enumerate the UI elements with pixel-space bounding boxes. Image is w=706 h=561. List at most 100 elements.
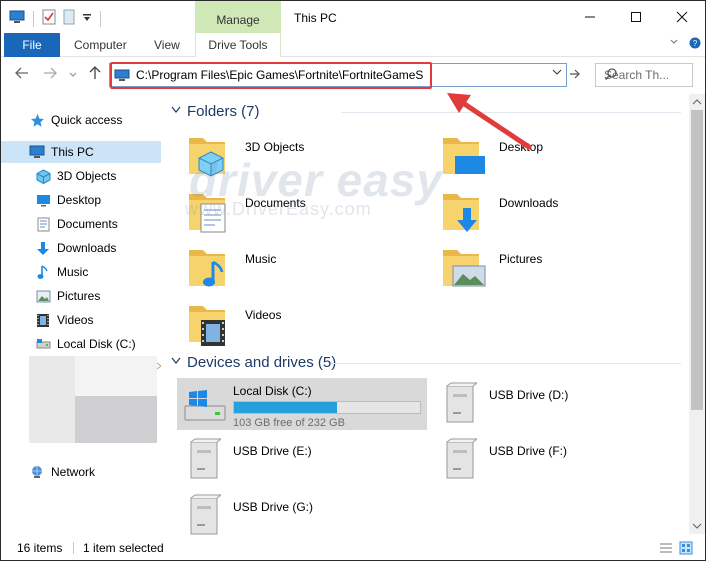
drive-local-disk-c[interactable]: Local Disk (C:) 103 GB free of 232 GB xyxy=(177,378,427,430)
drive-usb-f[interactable]: USB Drive (F:) xyxy=(433,434,683,486)
tab-computer[interactable]: Computer xyxy=(74,33,127,57)
new-folder-icon[interactable] xyxy=(62,9,76,28)
folder-music[interactable]: Music xyxy=(185,242,276,292)
sidebar-item-label: Downloads xyxy=(57,241,117,255)
sidebar-item-this-pc[interactable]: This PC xyxy=(1,141,161,163)
sidebar-item-quick-access[interactable]: Quick access xyxy=(1,109,161,131)
sidebar-item-3d-objects[interactable]: 3D Objects xyxy=(1,165,161,187)
sidebar-item-label: Documents xyxy=(57,217,118,231)
download-arrow-icon xyxy=(35,240,51,256)
large-icons-view-icon[interactable] xyxy=(679,541,693,558)
obscured-region xyxy=(75,396,157,443)
computer-icon xyxy=(29,144,45,160)
separator xyxy=(33,10,34,27)
drive-usage-fill xyxy=(234,402,338,413)
folders-group-header[interactable]: Folders (7) xyxy=(171,103,681,120)
ribbon-tabs: File Computer View Drive Tools ? xyxy=(1,33,705,57)
folder-label: Pictures xyxy=(499,252,543,266)
usb-drive-icon xyxy=(446,382,477,423)
cube-icon xyxy=(35,168,51,184)
folder-downloads[interactable]: Downloads xyxy=(439,186,558,236)
star-icon xyxy=(29,112,45,128)
sidebar-item-downloads[interactable]: Downloads xyxy=(1,237,161,259)
folders-heading: Folders (7) xyxy=(187,103,260,120)
usb-drive-icon xyxy=(190,438,221,479)
sidebar-item-label: Music xyxy=(57,265,89,279)
forward-arrow-icon[interactable] xyxy=(43,66,57,82)
file-explorer-window: Manage This PC File Computer View Drive … xyxy=(0,0,706,561)
folder-pictures[interactable]: Pictures xyxy=(439,242,542,292)
tab-file[interactable]: File xyxy=(4,33,60,57)
close-button[interactable] xyxy=(659,1,705,33)
sidebar-item-label: Local Disk (C:) xyxy=(57,337,136,351)
sidebar-item-music[interactable]: Music xyxy=(1,261,161,283)
documents-icon xyxy=(35,216,51,232)
folder-downloads-icon xyxy=(439,186,491,236)
vertical-scrollbar[interactable] xyxy=(689,94,705,534)
collapse-chevron-icon[interactable] xyxy=(171,106,181,117)
manage-context-tab[interactable]: Manage xyxy=(195,1,281,33)
drive-usage-bar xyxy=(233,401,421,414)
sidebar-item-label: Pictures xyxy=(57,289,101,303)
drive-usb-g[interactable]: USB Drive (G:) xyxy=(177,490,427,542)
scroll-down-arrow-icon[interactable] xyxy=(692,522,702,531)
sidebar-item-network[interactable]: Network xyxy=(1,461,161,483)
navigation-pane: Quick access This PC 3D Objects Desktop … xyxy=(1,94,162,534)
divider xyxy=(73,542,74,554)
sidebar-item-pictures[interactable]: Pictures xyxy=(1,285,161,307)
question-icon[interactable]: ? xyxy=(689,37,701,52)
drives-group-header[interactable]: Devices and drives (5) xyxy=(171,354,681,371)
drive-label: USB Drive (E:) xyxy=(233,444,312,458)
folder-music-icon xyxy=(185,242,237,292)
sidebar-item-documents[interactable]: Documents xyxy=(1,213,161,235)
scrollbar-thumb[interactable] xyxy=(691,110,703,410)
sidebar-item-desktop[interactable]: Desktop xyxy=(1,189,161,211)
drive-usb-d[interactable]: USB Drive (D:) xyxy=(433,378,683,430)
pictures-icon xyxy=(35,288,51,304)
details-view-icon[interactable] xyxy=(659,542,673,557)
maximize-button[interactable] xyxy=(613,1,659,33)
sidebar-item-local-disk-c[interactable]: Local Disk (C:) xyxy=(1,333,161,355)
tab-drive-tools[interactable]: Drive Tools xyxy=(195,33,281,57)
folder-label: Videos xyxy=(245,308,282,322)
folder-videos[interactable]: Videos xyxy=(185,298,281,348)
computer-icon xyxy=(9,10,25,27)
quick-access-toolbar xyxy=(9,9,103,28)
scroll-up-arrow-icon[interactable] xyxy=(692,98,702,107)
title-bar: Manage This PC xyxy=(1,1,705,33)
divider xyxy=(331,363,681,364)
folder-label: 3D Objects xyxy=(245,140,305,154)
up-arrow-icon[interactable] xyxy=(89,66,101,83)
customize-toolbar-icon[interactable] xyxy=(82,12,92,26)
drive-label: USB Drive (G:) xyxy=(233,500,314,514)
back-arrow-icon[interactable] xyxy=(15,66,29,82)
watermark-url: www.DriverEasy.com xyxy=(185,199,372,219)
annotation-arrow xyxy=(447,93,532,150)
go-arrow-icon[interactable] xyxy=(569,67,581,82)
tab-view[interactable]: View xyxy=(154,33,180,57)
drive-label: Local Disk (C:) xyxy=(233,384,312,398)
usb-drive-icon xyxy=(190,494,221,535)
chevron-down-icon[interactable] xyxy=(669,37,679,50)
sidebar-item-label: Quick access xyxy=(51,113,123,127)
sidebar-item-label: This PC xyxy=(51,145,94,159)
chevron-down-icon[interactable] xyxy=(552,67,562,80)
highlight-box xyxy=(110,62,432,89)
properties-icon[interactable] xyxy=(42,9,56,28)
minimize-button[interactable] xyxy=(567,1,613,33)
recent-locations-icon[interactable] xyxy=(69,66,77,82)
selection-count: 1 item selected xyxy=(83,541,164,555)
drives-heading: Devices and drives (5) xyxy=(187,354,337,371)
drive-free-space: 103 GB free of 232 GB xyxy=(233,417,345,429)
sidebar-item-label: Network xyxy=(51,465,96,479)
search-input[interactable]: Search Th... xyxy=(595,63,693,87)
svg-text:?: ? xyxy=(693,39,698,48)
sidebar-item-videos[interactable]: Videos xyxy=(1,309,161,331)
sidebar-item-label: 3D Objects xyxy=(57,169,117,183)
folder-label: Music xyxy=(245,252,277,266)
sidebar-item-label: Desktop xyxy=(57,193,102,207)
collapse-chevron-icon[interactable] xyxy=(171,357,181,368)
search-icon[interactable] xyxy=(604,67,687,84)
drive-usb-e[interactable]: USB Drive (E:) xyxy=(177,434,427,486)
desktop-icon xyxy=(35,192,51,208)
